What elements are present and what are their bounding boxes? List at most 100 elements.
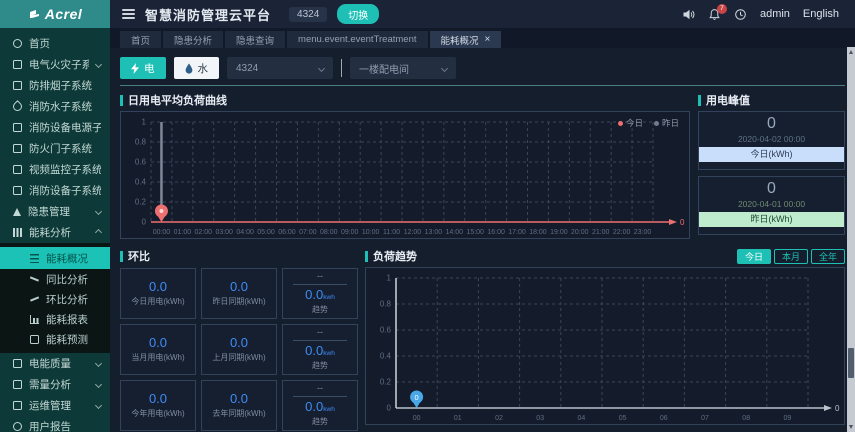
switch-button[interactable]: 切换 [337,4,380,24]
quality-icon [13,359,22,368]
sidebar-item-首页[interactable]: 首页 [0,33,110,54]
chevron-down-icon [94,401,103,410]
svg-text:07:00: 07:00 [299,229,317,236]
device-icon [13,186,22,195]
svg-text:0.8: 0.8 [135,138,147,147]
sidebar-item-能耗预测[interactable]: 能耗预测 [0,329,110,349]
daily-load-chart[interactable]: 0 0.2 0.4 0.6 0.8 1 00:00 01:00 02:00 03:00 04:00 0… [121,112,689,238]
tab-能耗概况[interactable]: 能耗概况 × [429,31,502,48]
username[interactable]: admin [760,8,790,20]
sidebar-item-电气火灾子系统[interactable]: 电气火灾子系统 [0,54,110,75]
fan-icon [13,81,22,90]
sidebar-item-隐患管理[interactable]: 隐患管理 [0,201,110,222]
room-select[interactable]: 一楼配电间 [350,57,456,79]
sidebar-item-label: 隐患管理 [28,206,70,218]
water-toggle-button[interactable]: 水 [173,57,219,79]
daily-load-section-title: 日用电平均负荷曲线 [120,92,690,108]
tab-label: 能耗概况 [440,35,479,47]
sidebar-item-防排烟子系统[interactable]: 防排烟子系统 [0,75,110,96]
range-button-本月[interactable]: 本月 [773,248,808,264]
home-icon [13,39,22,48]
sidebar-item-能耗概况[interactable]: 能耗概况 [0,247,110,269]
sidebar-item-label: 首页 [29,38,50,50]
stat-card: 0.0 今日用电(kWh) [120,268,196,319]
sidebar-item-防火门子系统[interactable]: 防火门子系统 [0,138,110,159]
stat-label: 今年用电(kWh) [131,408,185,418]
svg-text:11:00: 11:00 [383,229,400,236]
tab-首页[interactable]: 首页 [120,31,162,48]
electricity-label: 电 [144,62,155,75]
hazard-icon [13,207,21,216]
trend-card: -- 0.0kwh 趋势 [282,324,358,375]
peak-label: 今日(kWh) [699,147,844,162]
sidebar-item-能耗报表[interactable]: 能耗报表 [0,309,110,329]
language-switch[interactable]: English [803,8,839,20]
tab-menu.event.eventTreatment[interactable]: menu.event.eventTreatment [287,31,428,48]
daily-load-chart-panel: 今日 昨日 0 0.2 0.4 0.6 0.8 1 00:00 01:00 02:00 03:00 0… [120,111,690,239]
legend-dot [617,121,623,126]
sidebar-item-label: 视频监控子系统 [29,164,101,176]
sidebar-collapse-icon[interactable] [122,9,135,19]
stat-card: 0.0 当月用电(kWh) [120,324,196,375]
load-trend-chart[interactable]: 0 0.2 0.4 0.6 0.8 1 00 01 02 03 04 05 06 07 08 09 0 0 [366,268,844,424]
legend-label: 昨日 [661,118,679,128]
scroll-down-icon[interactable] [848,425,853,429]
tab-隐患查询[interactable]: 隐患查询 [225,31,286,48]
sidebar-item-label: 需量分析 [29,379,71,391]
legend-item-今日[interactable]: 今日 [617,117,643,129]
yoy-icon [30,276,39,282]
chevron-down-icon [94,207,103,216]
sidebar-item-需量分析[interactable]: 需量分析 [0,374,110,395]
logo-text: Acrel [44,6,83,22]
sidebar-item-运维管理[interactable]: 运维管理 [0,395,110,416]
chevron-down-icon [94,380,103,389]
range-button-今日[interactable]: 今日 [736,248,771,264]
clock-icon[interactable] [734,8,747,21]
vertical-scrollbar[interactable] [847,47,855,432]
volume-icon[interactable] [682,8,695,21]
station-select[interactable]: 4324 [227,57,333,79]
app-root: Acrel 首页电气火灾子系统防排烟子系统消防水子系统消防设备电源子系统防火门子… [0,0,855,432]
sidebar-item-label: 能耗预测 [46,333,88,346]
sidebar-item-label: 消防水子系统 [29,101,92,113]
svg-text:0.2: 0.2 [380,378,392,387]
sidebar-item-label: 消防设备子系统 [29,185,101,197]
sidebar-item-能耗分析[interactable]: 能耗分析 [0,222,110,243]
stat-label: 趋势 [312,360,328,370]
page-title: 智慧消防管理云平台 [145,7,272,23]
sidebar-item-电能质量[interactable]: 电能质量 [0,353,110,374]
sidebar-item-label: 能耗报表 [46,313,88,326]
chevron-down-icon [94,60,103,69]
svg-text:0: 0 [142,218,147,227]
svg-text:06: 06 [660,415,668,422]
scrollbar-thumb[interactable] [848,348,854,378]
sidebar-item-同比分析[interactable]: 同比分析 [0,269,110,289]
sidebar-item-消防水子系统[interactable]: 消防水子系统 [0,96,110,117]
sidebar-item-消防设备电源子系统[interactable]: 消防设备电源子系统 [0,117,110,138]
sidebar-item-环比分析[interactable]: 环比分析 [0,289,110,309]
range-button-全年[interactable]: 全年 [810,248,845,264]
svg-text:10:00: 10:00 [362,229,380,236]
sidebar-item-用户报告[interactable]: 用户报告 [0,416,110,432]
legend-item-昨日[interactable]: 昨日 [653,117,679,129]
sidebar-item-消防设备子系统[interactable]: 消防设备子系统 [0,180,110,201]
tab-隐患分析[interactable]: 隐患分析 [163,31,224,48]
trend-divider [293,340,347,342]
close-tab-icon[interactable]: × [485,34,491,45]
chart-legend[interactable]: 今日 昨日 [617,117,679,129]
camera-icon [13,165,22,174]
trend-divider [293,396,347,398]
tab-label: 隐患分析 [174,35,213,47]
svg-text:17:00: 17:00 [508,229,526,236]
bell-icon[interactable]: 7 [708,3,727,21]
title-accent-bar [120,250,123,262]
electricity-toggle-button[interactable]: 电 [120,57,166,79]
tab-label: 首页 [131,35,151,47]
huanbi-grid: 0.0 今日用电(kWh) 0.0 昨日同期(kWh) -- 0.0kwh 趋势 0.0 当月用… [120,268,358,431]
svg-text:09:00: 09:00 [341,229,359,236]
sidebar-item-视频监控子系统[interactable]: 视频监控子系统 [0,159,110,180]
peak-card-yesterday: 0 2020-04-01 00:00 昨日(kWh) [698,176,845,235]
scroll-up-icon[interactable] [848,50,853,54]
svg-text:0.2: 0.2 [135,198,147,207]
svg-text:0.6: 0.6 [380,326,392,335]
